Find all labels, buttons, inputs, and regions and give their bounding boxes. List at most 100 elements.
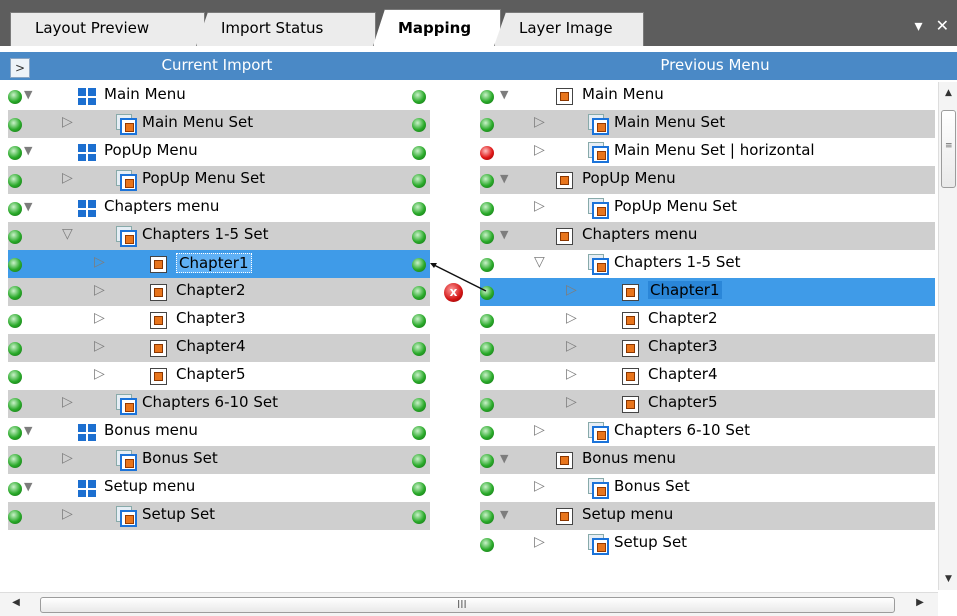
scroll-right-icon[interactable]: ▶ (912, 597, 928, 608)
expander-closed-icon[interactable]: ▷ (566, 394, 577, 410)
expander-closed-icon[interactable]: ▷ (534, 478, 545, 494)
horizontal-scrollbar[interactable]: ◀ III ▶ (0, 592, 938, 616)
status-green-icon (480, 426, 494, 440)
expander-closed-icon[interactable]: ▷ (534, 142, 545, 158)
status-green-icon (480, 314, 494, 328)
tree-row[interactable]: ▷ Chapter5 (480, 390, 935, 418)
status-green-icon (480, 398, 494, 412)
tree-row[interactable]: ▷ Chapter3 (8, 306, 430, 334)
item-icon (622, 396, 639, 413)
item-icon (622, 340, 639, 357)
expander-closed-icon[interactable]: ▷ (62, 170, 73, 186)
tree-row[interactable]: ▼ Main Menu (8, 82, 430, 110)
expander-closed-icon[interactable]: ▷ (566, 310, 577, 326)
tree-row[interactable]: ▷ PopUp Menu Set (480, 194, 935, 222)
expander-open-icon[interactable]: ▼ (24, 144, 32, 157)
tree-row[interactable]: ▷ Chapter4 (480, 362, 935, 390)
status-green-icon (480, 510, 494, 524)
tab-layer-image[interactable]: Layer Image (494, 12, 644, 46)
expander-open-icon[interactable]: ▽ (534, 254, 545, 270)
tree-row[interactable]: ▷ Chapter2 (480, 306, 935, 334)
scroll-left-icon[interactable]: ◀ (8, 597, 24, 608)
tab-layout-preview[interactable]: Layout Preview (10, 12, 205, 46)
tree-row[interactable]: ▼ PopUp Menu (8, 138, 430, 166)
tree-item-label: Chapter3 (176, 309, 246, 327)
status-green-icon (412, 370, 426, 384)
expander-closed-icon[interactable]: ▷ (94, 366, 105, 382)
expander-open-icon[interactable]: ▼ (24, 200, 32, 213)
expander-open-icon[interactable]: ▼ (24, 424, 32, 437)
tree-row[interactable]: ▽ Chapters 1-5 Set (480, 250, 935, 278)
tree-row[interactable]: ▷ Main Menu Set (8, 110, 430, 138)
status-green-icon (412, 230, 426, 244)
tab-controls: ▾ ✕ (906, 16, 949, 35)
scroll-down-icon[interactable]: ▼ (939, 570, 957, 588)
expander-closed-icon[interactable]: ▷ (62, 506, 73, 522)
item-icon (150, 284, 167, 301)
menu-icon (78, 480, 96, 497)
expander-open-icon[interactable]: ▼ (24, 480, 32, 493)
set-icon (116, 506, 138, 528)
expander-closed-icon[interactable]: ▷ (534, 114, 545, 130)
tree-row[interactable]: ▷ Bonus Set (8, 446, 430, 474)
expander-closed-icon[interactable]: ▷ (94, 338, 105, 354)
tree-row[interactable]: ▼ PopUp Menu (480, 166, 935, 194)
vertical-scroll-thumb[interactable]: ≡ (941, 110, 956, 188)
expander-closed-icon[interactable]: ▷ (566, 366, 577, 382)
expand-button[interactable]: > (10, 58, 30, 78)
tree-row[interactable]: ▼ Setup menu (480, 502, 935, 530)
tab-import-status[interactable]: Import Status (196, 12, 376, 46)
tree-row[interactable]: ▷ Chapters 6-10 Set (8, 390, 430, 418)
expander-closed-icon[interactable]: ▷ (534, 534, 545, 550)
tree-row[interactable]: ▷ Setup Set (480, 530, 935, 558)
expander-closed-icon[interactable]: ▷ (94, 282, 105, 298)
tree-row[interactable]: ▷ Main Menu Set | horizontal (480, 138, 935, 166)
tree-row[interactable]: ▷ PopUp Menu Set (8, 166, 430, 194)
tree-item-label: Chapter4 (176, 337, 246, 355)
status-green-icon (8, 90, 22, 104)
tree-row[interactable]: ▼ Main Menu (480, 82, 935, 110)
panel-menu-icon[interactable]: ▾ (914, 16, 922, 35)
expander-open-icon[interactable]: ▼ (500, 172, 508, 185)
close-icon[interactable]: ✕ (936, 16, 949, 35)
expander-closed-icon[interactable]: ▷ (94, 254, 105, 270)
tree-row[interactable]: ▷ Setup Set (8, 502, 430, 530)
tree-row[interactable]: ▷ Chapter3 (480, 334, 935, 362)
tree-row[interactable]: ▼ Chapters menu (480, 222, 935, 250)
tree-row[interactable]: ▷ Chapter1 (480, 278, 935, 306)
tree-row[interactable]: ▼ Bonus menu (8, 418, 430, 446)
expander-open-icon[interactable]: ▼ (500, 508, 508, 521)
tree-row[interactable]: ▽ Chapters 1-5 Set (8, 222, 430, 250)
item-icon (622, 368, 639, 385)
expander-closed-icon[interactable]: ▷ (62, 450, 73, 466)
expander-open-icon[interactable]: ▼ (500, 452, 508, 465)
expander-closed-icon[interactable]: ▷ (62, 114, 73, 130)
tree-row[interactable]: ▷ Chapter4 (8, 334, 430, 362)
tree-row[interactable]: ▷ Chapter5 (8, 362, 430, 390)
tab-mapping[interactable]: Mapping (373, 9, 501, 46)
expander-closed-icon[interactable]: ▷ (62, 394, 73, 410)
vertical-scrollbar[interactable]: ▲ ≡ ▼ (938, 82, 957, 590)
tree-item-label: PopUp Menu (582, 169, 676, 187)
mapping-error-icon[interactable]: x (444, 283, 463, 302)
tree-row[interactable]: ▷ Bonus Set (480, 474, 935, 502)
tree-row[interactable]: ▼ Chapters menu (8, 194, 430, 222)
expander-open-icon[interactable]: ▼ (500, 228, 508, 241)
expander-closed-icon[interactable]: ▷ (94, 310, 105, 326)
expander-open-icon[interactable]: ▼ (500, 88, 508, 101)
expander-open-icon[interactable]: ▽ (62, 226, 73, 242)
status-green-icon (480, 230, 494, 244)
tree-row[interactable]: ▼ Bonus menu (480, 446, 935, 474)
horizontal-scroll-thumb[interactable]: III (40, 597, 895, 613)
tree-row[interactable]: ▷ Main Menu Set (480, 110, 935, 138)
tree-row[interactable]: ▷ Chapter1 (8, 250, 430, 278)
scroll-up-icon[interactable]: ▲ (939, 84, 957, 102)
expander-open-icon[interactable]: ▼ (24, 88, 32, 101)
tree-row[interactable]: ▼ Setup menu (8, 474, 430, 502)
tree-row[interactable]: ▷ Chapter2 (8, 278, 430, 306)
expander-closed-icon[interactable]: ▷ (534, 422, 545, 438)
expander-closed-icon[interactable]: ▷ (566, 338, 577, 354)
expander-closed-icon[interactable]: ▷ (566, 282, 577, 298)
expander-closed-icon[interactable]: ▷ (534, 198, 545, 214)
tree-row[interactable]: ▷ Chapters 6-10 Set (480, 418, 935, 446)
